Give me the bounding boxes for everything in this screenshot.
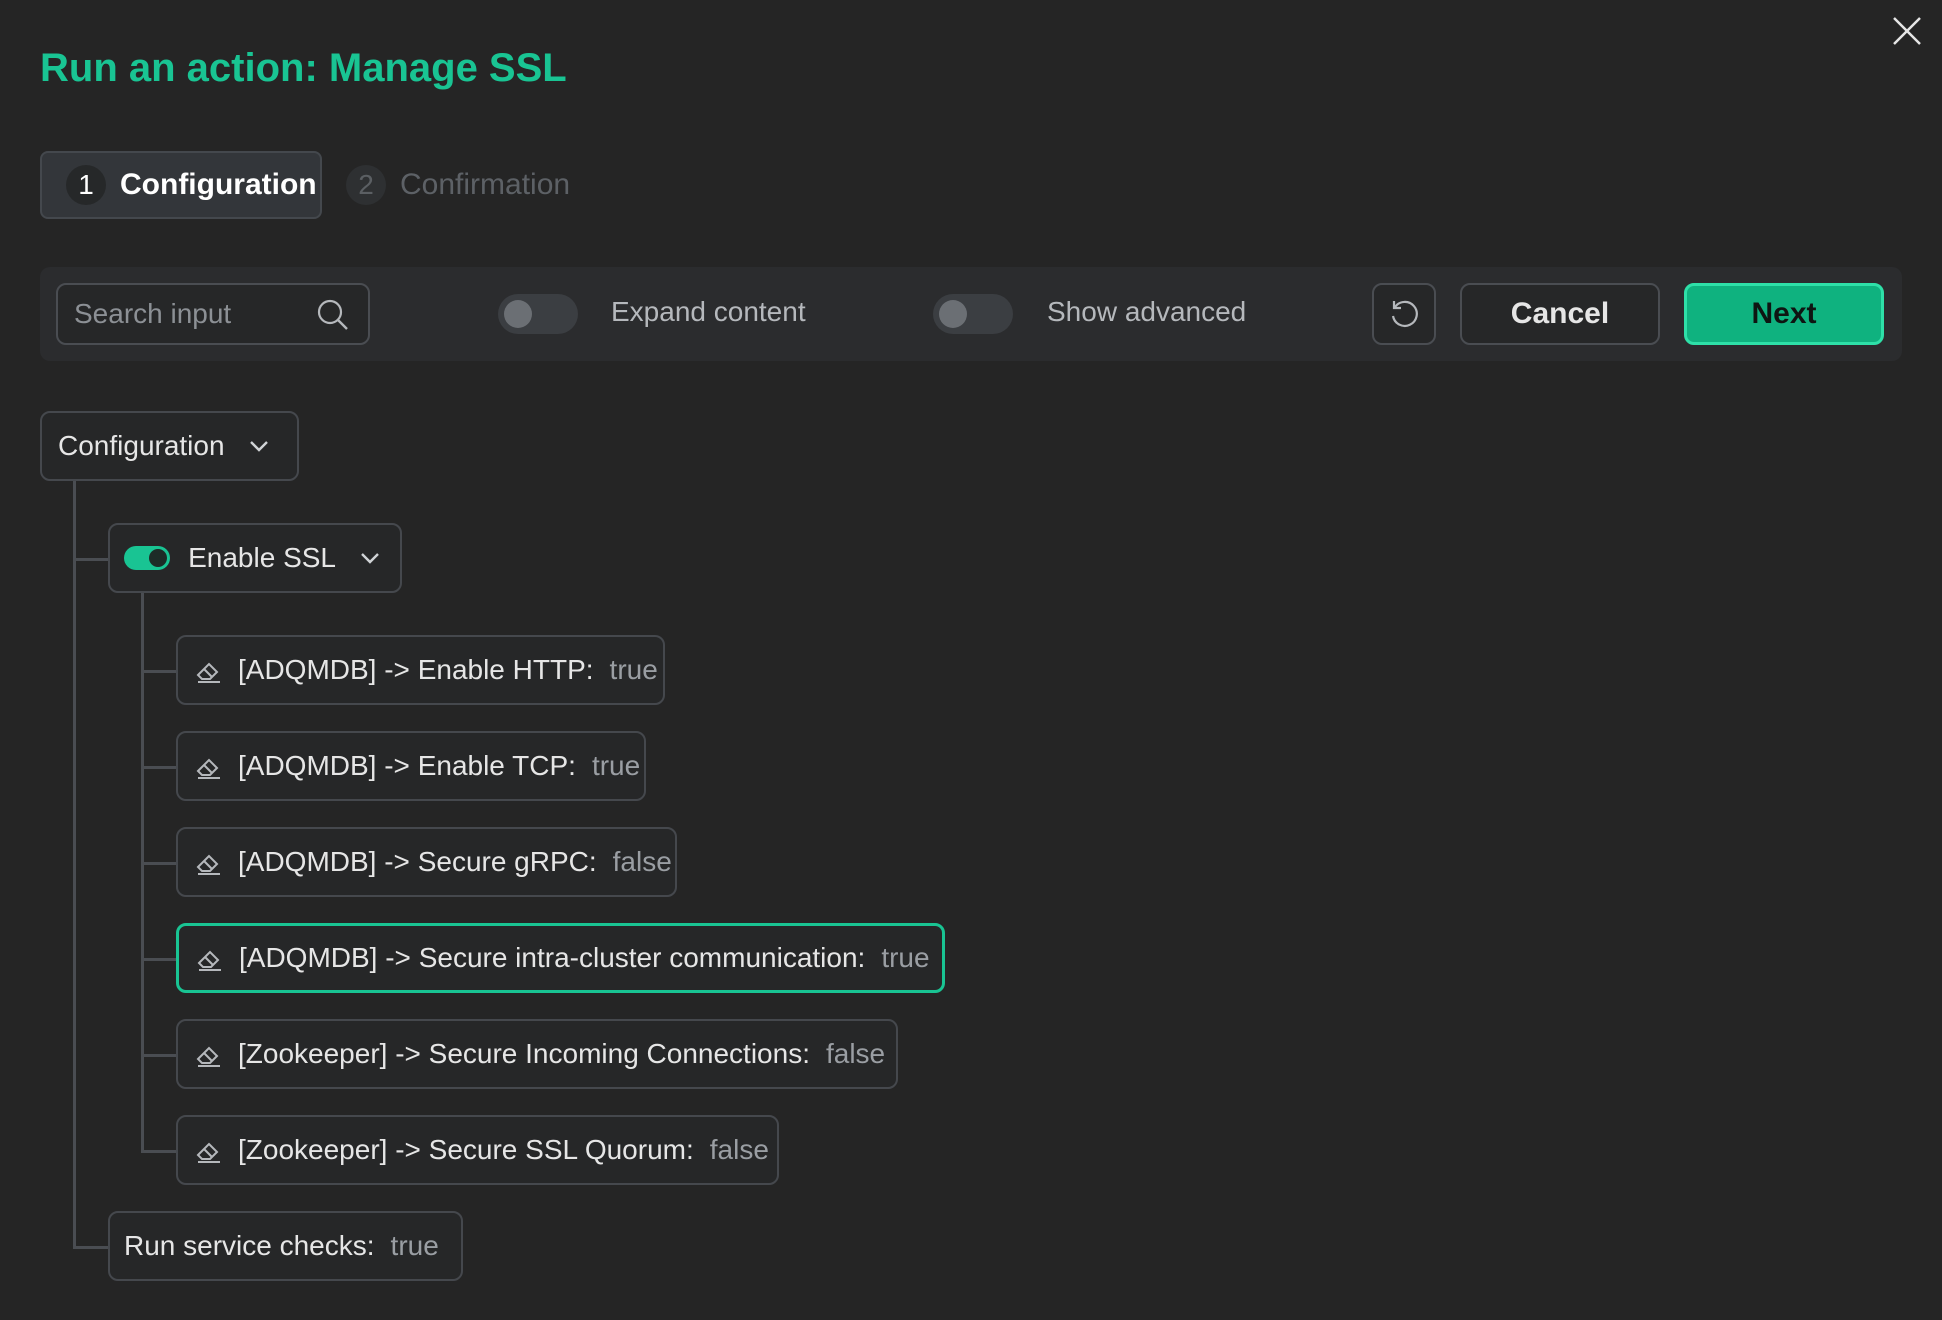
toggle-knob [504,300,532,328]
reset-icon [1391,300,1418,327]
field-secure-incoming-connections[interactable]: [Zookeeper] -> Secure Incoming Connectio… [176,1019,898,1089]
field-enable-tcp[interactable]: [ADQMDB] -> Enable TCP: true [176,731,646,801]
field-value: true [390,1230,439,1261]
step-label: Confirmation [400,168,571,201]
field-secure-grpc[interactable]: [ADQMDB] -> Secure gRPC: false [176,827,677,897]
field-value: true [591,750,641,781]
tree-connector [141,958,179,961]
tree-root-configuration[interactable]: Configuration [40,411,299,481]
field-run-service-checks[interactable]: Run service checks: true [108,1211,463,1281]
tree-connector [141,1054,179,1057]
tree-connector [141,766,179,769]
tree-connector [73,558,111,561]
field-label: [ADQMDB] -> Enable TCP: [238,750,576,781]
field-label: Run service checks: [124,1230,375,1261]
reset-button[interactable] [1372,283,1436,345]
toggle-knob [149,549,168,567]
field-label: [ADQMDB] -> Enable HTTP: [238,654,594,685]
eraser-icon[interactable] [195,943,225,973]
chevron-down-icon[interactable] [245,432,273,460]
field-value: true [609,654,658,685]
step-number: 2 [346,165,386,205]
cancel-button[interactable]: Cancel [1460,283,1660,345]
field-enable-http[interactable]: [ADQMDB] -> Enable HTTP: true [176,635,665,705]
field-label: [ADQMDB] -> Secure intra-cluster communi… [239,942,866,973]
next-button[interactable]: Next [1684,283,1884,345]
tree-connector [141,1150,179,1153]
field-secure-intra-cluster[interactable]: [ADQMDB] -> Secure intra-cluster communi… [176,923,945,993]
toggle-knob [939,300,967,328]
enable-ssl-toggle[interactable] [124,546,171,570]
expand-content-label: Expand content [611,296,806,327]
eraser-icon[interactable] [194,655,224,685]
show-advanced-label: Show advanced [1047,296,1247,327]
field-label: [ADQMDB] -> Secure gRPC: [238,846,597,877]
step-configuration[interactable]: 1 Configuration [40,151,322,219]
eraser-icon[interactable] [194,847,224,877]
show-advanced-toggle[interactable] [933,294,1013,334]
tree-connector [141,670,179,673]
tree-root-label: Configuration [58,430,225,461]
tree-connector [141,592,144,1153]
action-dialog: Run an action: Manage SSL 1 Configuratio… [0,0,1942,1320]
tree-connector [73,481,76,1248]
field-label: [Zookeeper] -> Secure Incoming Connectio… [238,1038,810,1069]
search-box [56,283,370,345]
field-value: false [612,846,672,877]
field-value: true [881,942,930,973]
step-label: Configuration [120,168,317,201]
field-secure-ssl-quorum[interactable]: [Zookeeper] -> Secure SSL Quorum: false [176,1115,779,1185]
step-number: 1 [66,165,106,205]
close-icon [1893,17,1921,45]
field-label: [Zookeeper] -> Secure SSL Quorum: [238,1134,694,1165]
dialog-title: Run an action: Manage SSL [40,46,567,90]
tree-connector [141,862,179,865]
toolbar: Expand content Show advanced Cancel Next [40,267,1902,361]
tree-group-enable-ssl[interactable]: Enable SSL [108,523,402,593]
search-input[interactable] [58,285,308,343]
eraser-icon[interactable] [194,751,224,781]
eraser-icon[interactable] [194,1135,224,1165]
tree-connector [73,1246,111,1249]
step-confirmation[interactable]: 2 Confirmation [346,151,570,219]
group-label: Enable SSL [188,542,336,573]
chevron-down-icon[interactable] [356,544,384,572]
search-icon[interactable] [316,298,350,332]
expand-content-toggle[interactable] [498,294,578,334]
close-button[interactable] [1888,12,1926,50]
field-value: false [825,1038,886,1069]
field-value: false [709,1134,769,1165]
eraser-icon[interactable] [194,1039,224,1069]
